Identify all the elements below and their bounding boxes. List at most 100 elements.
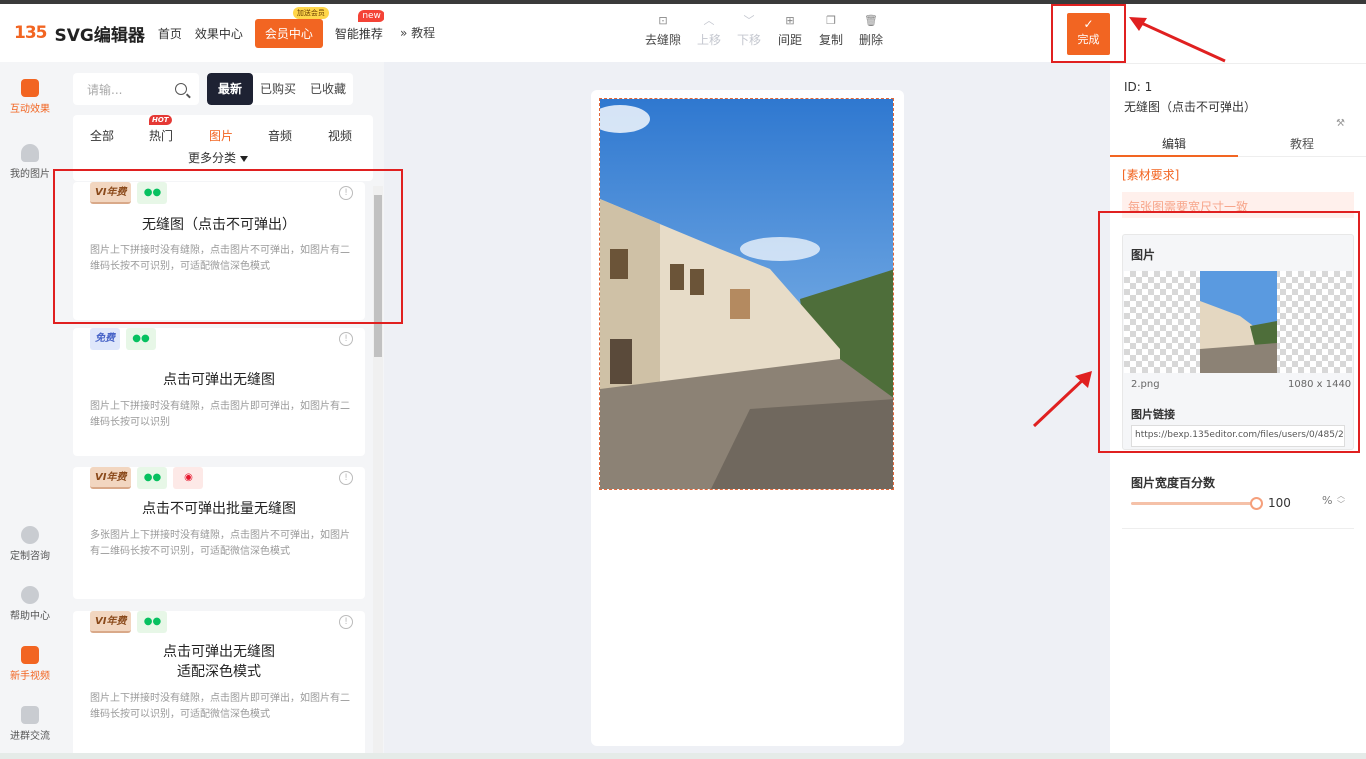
tool-label: 间距 bbox=[778, 33, 803, 47]
tool-delete[interactable]: 🗑 删除 bbox=[859, 14, 883, 48]
search-placeholder: 请输... bbox=[87, 82, 123, 97]
wechat-icon: ●● bbox=[126, 328, 156, 350]
left-rail: 互动效果 我的图片 定制咨询 帮助中心 新手视频 进群交流 bbox=[0, 62, 60, 753]
annotation-arrow-done bbox=[1129, 17, 1226, 63]
search-icon[interactable] bbox=[175, 83, 187, 95]
trash-icon: 🗑 bbox=[864, 14, 878, 27]
category-images[interactable]: 图片 bbox=[209, 127, 233, 144]
selected-photo[interactable] bbox=[599, 98, 894, 490]
effect-card[interactable]: 免费 ●● ! 点击可弹出无缝图 图片上下拼接时没有缝隙，点击图片即可弹出，如图… bbox=[73, 328, 365, 456]
card-title: 点击可弹出无缝图 bbox=[163, 372, 275, 388]
vip-center-label: 会员中心 bbox=[264, 26, 313, 41]
nav-home[interactable]: 首页 bbox=[158, 25, 182, 42]
card-title: 点击可弹出无缝图 bbox=[163, 644, 275, 660]
tutorial-label: 教程 bbox=[411, 26, 436, 40]
search-input[interactable]: 请输... bbox=[73, 73, 199, 105]
rail-label: 进群交流 bbox=[10, 731, 50, 742]
active-tab-indicator bbox=[1110, 155, 1238, 157]
tab-tutorial[interactable]: 教程 bbox=[1290, 135, 1314, 152]
seam-icon: ⊡ bbox=[658, 14, 668, 27]
category-hot-label: 热门 bbox=[149, 129, 174, 143]
segment-purchased[interactable]: 已购买 bbox=[253, 73, 303, 105]
effect-card[interactable]: VI年费 ●● ◉ ! 点击不可弹出批量无缝图 多张图片上下拼接时没有缝隙，点击… bbox=[73, 467, 365, 599]
settings-icon[interactable]: ⚒ bbox=[1336, 118, 1345, 129]
width-percent-stepper[interactable]: ︿ ﹀ bbox=[1337, 491, 1345, 509]
nav-effects-center[interactable]: 效果中心 bbox=[195, 25, 243, 42]
caret-down-icon bbox=[240, 155, 249, 162]
rail-label: 帮助中心 bbox=[10, 611, 50, 622]
double-chevron-icon: » bbox=[400, 26, 408, 40]
tab-edit[interactable]: 编辑 bbox=[1162, 135, 1186, 152]
category-hot[interactable]: HOT 热门 bbox=[149, 115, 174, 144]
rail-item-interactive-effects[interactable]: 互动效果 bbox=[0, 79, 60, 115]
rail-item-my-images[interactable]: 我的图片 bbox=[0, 144, 60, 180]
search-row: 请输... 最新 已购买 已收藏 bbox=[73, 73, 373, 105]
spacing-icon: ⊞ bbox=[785, 14, 795, 27]
filter-segment: 最新 已购买 已收藏 bbox=[207, 73, 354, 105]
rail-label: 新手视频 bbox=[10, 671, 50, 682]
width-percent-value[interactable]: 100 bbox=[1268, 496, 1291, 510]
help-icon bbox=[21, 586, 39, 604]
properties-tabs: 编辑 教程 bbox=[1110, 130, 1366, 157]
tool-move-up[interactable]: ︿ 上移 bbox=[697, 14, 721, 48]
card-title: 点击不可弹出批量无缝图 bbox=[142, 501, 296, 517]
vip-center-button[interactable]: 加送会员 会员中心 bbox=[254, 6, 329, 48]
rail-item-help-center[interactable]: 帮助中心 bbox=[0, 586, 60, 622]
width-percent-unit: % bbox=[1322, 494, 1333, 507]
tutorial-toggle[interactable]: » 教程 bbox=[400, 24, 435, 41]
smart-recommend-link[interactable]: new 智能推荐 bbox=[334, 9, 385, 42]
hot-badge: HOT bbox=[149, 115, 172, 125]
more-categories-dropdown[interactable]: 更多分类 bbox=[188, 149, 249, 166]
logo-text: SVG编辑器 bbox=[54, 25, 145, 46]
app-header: 135 SVG编辑器 首页 效果中心 加送会员 会员中心 new 智能推荐 bbox=[0, 4, 385, 62]
category-audio[interactable]: 音频 bbox=[268, 127, 292, 144]
category-video[interactable]: 视频 bbox=[328, 127, 352, 144]
annotation-box-image bbox=[1098, 211, 1360, 453]
card-badges: VI年费 ●● bbox=[90, 611, 168, 633]
card-badges: 免费 ●● bbox=[90, 328, 156, 350]
tool-spacing[interactable]: ⊞ 间距 bbox=[778, 14, 802, 48]
tool-label: 上移 bbox=[697, 33, 722, 47]
street-photo-image bbox=[600, 99, 893, 489]
copy-icon: ❐ bbox=[826, 14, 836, 27]
width-percent-slider-handle[interactable] bbox=[1250, 497, 1263, 510]
rail-label: 定制咨询 bbox=[10, 551, 50, 562]
annotation-box-done bbox=[1051, 4, 1126, 63]
rail-item-custom-consult[interactable]: 定制咨询 bbox=[0, 526, 60, 562]
info-icon[interactable]: ! bbox=[339, 615, 353, 629]
smart-recommend-label: 智能推荐 bbox=[334, 26, 383, 41]
tool-remove-seam[interactable]: ⊡ 去缝隙 bbox=[645, 14, 681, 48]
tool-label: 去缝隙 bbox=[645, 33, 682, 47]
width-percent-slider[interactable] bbox=[1131, 502, 1256, 505]
segment-favorited[interactable]: 已收藏 bbox=[303, 73, 353, 105]
cloud-icon bbox=[21, 144, 39, 162]
tool-label: 下移 bbox=[737, 33, 762, 47]
video-icon bbox=[21, 646, 39, 664]
annotation-arrow-image bbox=[1032, 371, 1092, 428]
info-icon[interactable]: ! bbox=[339, 471, 353, 485]
category-all[interactable]: 全部 bbox=[90, 127, 114, 144]
rail-item-beginner-video[interactable]: 新手视频 bbox=[0, 646, 60, 682]
effect-card[interactable]: VI年费 ●● ! 点击可弹出无缝图 适配深色模式 图片上下拼接时没有缝隙，点击… bbox=[73, 611, 365, 753]
material-panel: 请输... 最新 已购买 已收藏 全部 HOT 热门 图片 音频 视频 更多分类… bbox=[60, 62, 384, 753]
vip-bonus-tag: 加送会员 bbox=[292, 6, 329, 19]
width-percent-label: 图片宽度百分数 bbox=[1131, 476, 1216, 490]
rail-item-join-group[interactable]: 进群交流 bbox=[0, 706, 60, 742]
free-badge: 免费 bbox=[90, 328, 120, 350]
card-title-line2: 适配深色模式 bbox=[177, 664, 261, 680]
card-description: 图片上下拼接时没有缝隙，点击图片即可弹出，如图片有二维码长按可以识别 bbox=[90, 401, 350, 428]
segment-latest[interactable]: 最新 bbox=[207, 73, 254, 105]
element-name: 无缝图（点击不可弹出） bbox=[1124, 100, 1257, 114]
material-requirements: [素材要求] bbox=[1122, 168, 1180, 182]
up-icon: ︿ bbox=[703, 14, 715, 27]
tool-copy[interactable]: ❐ 复制 bbox=[819, 14, 843, 48]
down-icon: ﹀ bbox=[743, 14, 755, 27]
tool-move-down[interactable]: ﹀ 下移 bbox=[737, 14, 761, 48]
tool-label: 复制 bbox=[819, 33, 844, 47]
info-icon[interactable]: ! bbox=[339, 332, 353, 346]
card-badges: VI年费 ●● ◉ bbox=[90, 467, 204, 489]
logo[interactable]: 135 SVG编辑器 bbox=[14, 21, 145, 46]
headset-icon bbox=[21, 526, 39, 544]
window-bottom-strip bbox=[0, 753, 1366, 759]
card-description: 多张图片上下拼接时没有缝隙，点击图片不可弹出，如图片有二维码长按不可识别，可适配… bbox=[90, 530, 350, 557]
